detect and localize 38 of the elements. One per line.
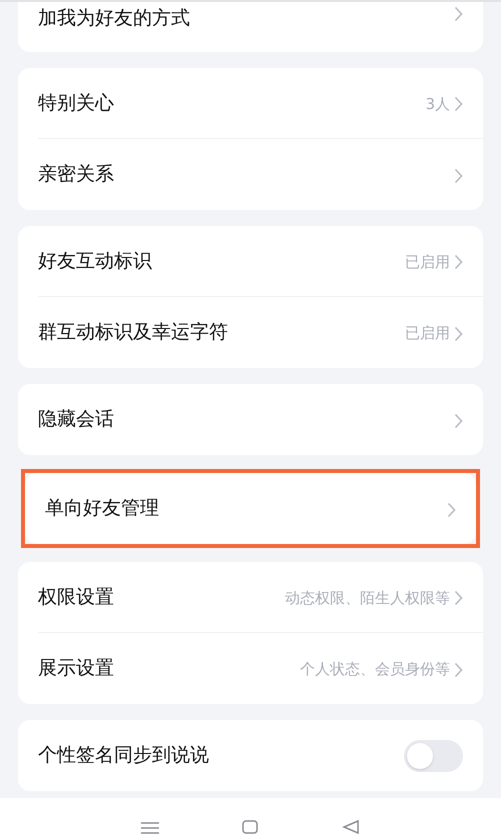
settings-row[interactable]: 群互动标识及幸运字符 已启用 <box>38 297 483 368</box>
row-value: 已启用 <box>405 252 450 273</box>
settings-row[interactable]: 隐藏会话 <box>38 384 483 455</box>
settings-row[interactable]: 特别关心 3人 <box>38 68 483 139</box>
settings-row[interactable]: 权限设置 动态权限、陌生人权限等 <box>38 562 483 633</box>
row-label: 权限设置 <box>38 584 114 610</box>
row-label: 特别关心 <box>38 90 114 116</box>
row-value: 动态权限、陌生人权限等 <box>285 588 450 609</box>
settings-row[interactable]: 展示设置 个人状态、会员身份等 <box>38 633 483 704</box>
menu-icon[interactable] <box>141 822 160 834</box>
settings-row[interactable]: 加我为好友的方式 <box>38 2 483 52</box>
chevron-right-icon <box>454 326 463 342</box>
row-value: 已启用 <box>405 323 450 344</box>
row-label: 亲密关系 <box>38 162 114 188</box>
settings-row[interactable]: 好友互动标识 已启用 <box>38 226 483 297</box>
row-value: 3人 <box>425 94 450 115</box>
row-label: 加我为好友的方式 <box>38 6 190 31</box>
settings-row[interactable]: 个性签名同步到说说 <box>38 720 483 791</box>
chevron-right-icon <box>447 502 456 518</box>
chevron-right-icon <box>454 590 463 606</box>
toggle-switch[interactable] <box>404 740 463 772</box>
row-label: 个性签名同步到说说 <box>38 743 209 768</box>
chevron-right-icon <box>454 254 463 270</box>
settings-row[interactable]: 单向好友管理 <box>45 473 476 544</box>
row-label: 好友互动标识 <box>38 248 152 274</box>
chevron-right-icon <box>454 662 463 678</box>
square-icon[interactable] <box>241 820 260 834</box>
chevron-right-icon <box>454 96 463 112</box>
chevron-right-icon <box>454 412 463 428</box>
row-label: 隐藏会话 <box>38 407 114 432</box>
settings-row[interactable]: 亲密关系 <box>38 139 483 210</box>
back-triangle-icon[interactable] <box>342 820 360 834</box>
row-label: 群互动标识及幸运字符 <box>38 320 228 346</box>
row-value: 个人状态、会员身份等 <box>300 659 450 680</box>
chevron-right-icon <box>454 168 463 184</box>
chevron-right-icon <box>454 6 463 22</box>
row-label: 单向好友管理 <box>45 496 159 522</box>
row-label: 展示设置 <box>38 656 114 682</box>
